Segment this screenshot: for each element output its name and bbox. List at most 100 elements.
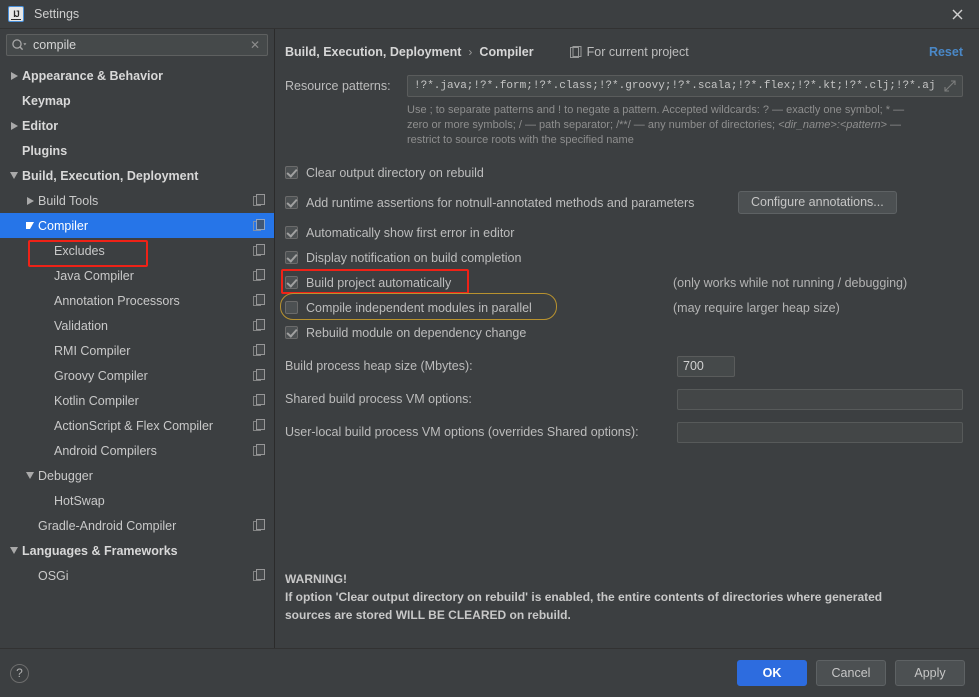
checkbox-row-compile-independent-modules-in-parallel[interactable]: Compile independent modules in parallel (… (280, 293, 963, 320)
help-icon[interactable]: ? (10, 663, 29, 683)
copy-settings-icon[interactable] (253, 394, 266, 407)
clear-icon[interactable]: ✕ (247, 39, 263, 51)
cancel-button[interactable]: Cancel (816, 660, 886, 686)
sidebar-item-label: Kotlin Compiler (54, 393, 139, 408)
hint-line-2c: — (886, 119, 902, 131)
checkbox-checked-icon[interactable] (285, 276, 298, 289)
checkbox-row-clear-output-directory-on-rebuild[interactable]: Clear output directory on rebuild (285, 160, 963, 185)
copy-settings-icon[interactable] (253, 444, 266, 457)
heap-size-input[interactable]: 700 (677, 355, 735, 377)
checkbox-label: Clear output directory on rebuild (306, 165, 484, 180)
sidebar-item-debugger[interactable]: Debugger (0, 463, 274, 488)
heap-size-label: Build process heap size (Mbytes): (285, 359, 473, 373)
intellij-idea-icon: IJ (8, 6, 24, 22)
copy-settings-icon[interactable] (253, 519, 266, 532)
apply-button[interactable]: Apply (895, 660, 965, 686)
search-area: compile ✕ (0, 29, 274, 61)
sidebar-item-plugins[interactable]: Plugins (0, 138, 274, 163)
sidebar-item-osgi[interactable]: OSGi (0, 563, 274, 588)
project-scope[interactable]: For current project (569, 45, 689, 59)
sidebar-item-annotation-processors[interactable]: Annotation Processors (0, 288, 274, 313)
note-parallel-compile: (may require larger heap size) (673, 300, 840, 315)
sidebar-item-label: Gradle-Android Compiler (38, 518, 177, 533)
checkbox-row-build-project-automatically[interactable]: Build project automatically (only works w… (281, 269, 963, 295)
checkbox-row-rebuild-module-on-dependency-change[interactable]: Rebuild module on dependency change (285, 320, 963, 345)
sidebar-item-label: Debugger (38, 468, 93, 483)
copy-settings-icon[interactable] (253, 194, 266, 207)
copy-settings-icon[interactable] (253, 419, 266, 432)
sidebar-item-android-compilers[interactable]: Android Compilers (0, 438, 274, 463)
copy-settings-icon[interactable] (253, 219, 266, 232)
chevron-down-icon[interactable] (6, 172, 22, 179)
checkbox-checked-icon[interactable] (285, 196, 298, 209)
title-bar: IJ Settings (0, 0, 979, 28)
copy-settings-icon[interactable] (253, 294, 266, 307)
sidebar-item-build-execution-deployment[interactable]: Build, Execution, Deployment (0, 163, 274, 188)
checkbox-row-add-runtime-assertions-for-notnull-annotated-methods-and-parameters[interactable]: Add runtime assertions for notnull-annot… (285, 190, 963, 215)
sidebar-item-label: Keymap (22, 93, 71, 108)
settings-tree[interactable]: Appearance & Behavior Keymap Editor Plugins… (0, 61, 274, 648)
warning-line-2: sources are stored WILL BE CLEARED on re… (285, 608, 571, 622)
copy-settings-icon[interactable] (253, 569, 266, 582)
checkbox-unchecked-icon[interactable] (285, 301, 298, 314)
checkbox-checked-icon[interactable] (285, 166, 298, 179)
copy-settings-icon[interactable] (253, 344, 266, 357)
hint-line-2b: <dir_name>:<pattern> (778, 119, 887, 131)
sidebar-item-label: Java Compiler (54, 268, 134, 283)
sidebar-item-rmi-compiler[interactable]: RMI Compiler (0, 338, 274, 363)
checkbox-checked-icon[interactable] (285, 226, 298, 239)
search-input[interactable]: compile ✕ (6, 34, 268, 56)
userlocal-vm-options-row: User-local build process VM options (ove… (285, 421, 963, 443)
chevron-down-icon[interactable] (22, 472, 38, 479)
sidebar-item-build-tools[interactable]: Build Tools (0, 188, 274, 213)
sidebar-item-languages-frameworks[interactable]: Languages & Frameworks (0, 538, 274, 563)
sidebar-item-validation[interactable]: Validation (0, 313, 274, 338)
sidebar-item-actionscript-flex-compiler[interactable]: ActionScript & Flex Compiler (0, 413, 274, 438)
checkbox-label: Display notification on build completion (306, 250, 522, 265)
copy-settings-icon[interactable] (253, 319, 266, 332)
checkbox-row-display-notification-on-build-completion[interactable]: Display notification on build completion (285, 245, 963, 270)
reset-link[interactable]: Reset (929, 45, 963, 59)
hint-line-3: restrict to source roots with the specif… (407, 134, 634, 146)
sidebar-item-excludes[interactable]: Excludes (0, 238, 274, 263)
chevron-down-icon[interactable] (6, 547, 22, 554)
sidebar-item-gradle-android-compiler[interactable]: Gradle-Android Compiler (0, 513, 274, 538)
copy-settings-icon[interactable] (253, 269, 266, 282)
sidebar-item-label: Build, Execution, Deployment (22, 168, 199, 183)
copy-settings-icon[interactable] (253, 369, 266, 382)
sidebar-item-label: Excludes (54, 243, 105, 258)
sidebar-item-java-compiler[interactable]: Java Compiler (0, 263, 274, 288)
sidebar-item-label: Plugins (22, 143, 68, 158)
configure-annotations-button[interactable]: Configure annotations... (738, 191, 897, 214)
sidebar-item-compiler[interactable]: Compiler (0, 213, 274, 238)
sidebar-item-editor[interactable]: Editor (0, 113, 274, 138)
breadcrumb-current: Compiler (479, 45, 534, 59)
breadcrumb-parent[interactable]: Build, Execution, Deployment (285, 45, 461, 59)
sidebar-item-kotlin-compiler[interactable]: Kotlin Compiler (0, 388, 274, 413)
copy-settings-icon[interactable] (253, 244, 266, 257)
sidebar-item-keymap[interactable]: Keymap (0, 88, 274, 113)
chevron-right-icon[interactable] (6, 121, 22, 130)
expand-field-icon[interactable] (944, 80, 956, 92)
settings-sidebar: compile ✕ Appearance & Behavior Keymap Edi… (0, 29, 275, 648)
sidebar-item-appearance-behavior[interactable]: Appearance & Behavior (0, 63, 274, 88)
chevron-down-icon[interactable] (22, 222, 38, 229)
checkbox-row-automatically-show-first-error-in-editor[interactable]: Automatically show first error in editor (285, 220, 963, 245)
note-build-automatically: (only works while not running / debuggin… (673, 275, 908, 290)
chevron-right-icon[interactable] (6, 71, 22, 80)
close-icon[interactable] (935, 0, 979, 28)
sidebar-item-label: Build Tools (38, 193, 99, 208)
resource-patterns-input[interactable]: !?*.java;!?*.form;!?*.class;!?*.groovy;!… (407, 75, 963, 97)
sidebar-item-label: Android Compilers (54, 443, 157, 458)
sidebar-item-groovy-compiler[interactable]: Groovy Compiler (0, 363, 274, 388)
ok-button[interactable]: OK (737, 660, 807, 686)
shared-vm-options-input[interactable] (677, 388, 963, 410)
checkbox-checked-icon[interactable] (285, 326, 298, 339)
chevron-right-icon[interactable] (22, 196, 38, 205)
checkbox-checked-icon[interactable] (285, 251, 298, 264)
settings-dialog: IJ Settings compile ✕ Appearance & Behav… (0, 0, 979, 697)
compiler-checkbox-group: Clear output directory on rebuild Add run… (280, 160, 963, 345)
sidebar-item-hotswap[interactable]: HotSwap (0, 488, 274, 513)
resource-patterns-hint: Use ; to separate patterns and ! to nega… (407, 103, 963, 148)
userlocal-vm-options-input[interactable] (677, 421, 963, 443)
